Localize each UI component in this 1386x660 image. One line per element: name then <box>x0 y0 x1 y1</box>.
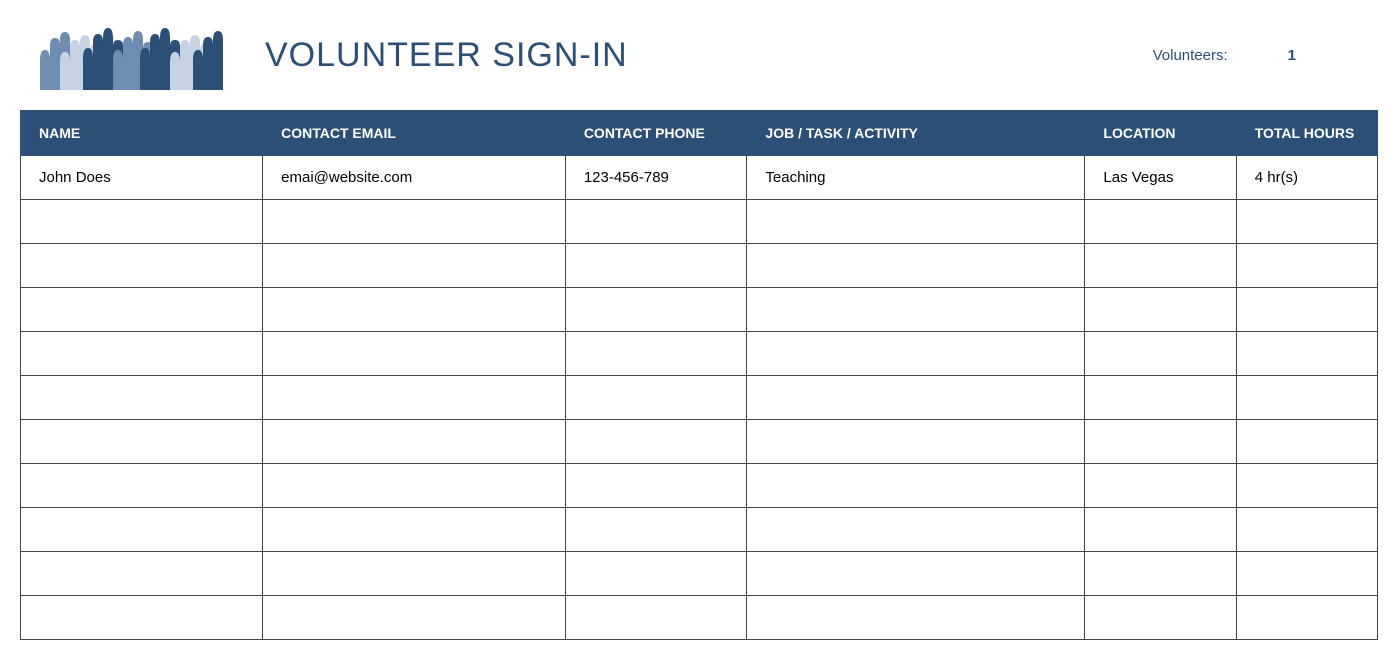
col-header-location: LOCATION <box>1085 111 1236 156</box>
cell-name[interactable]: John Does <box>21 156 263 200</box>
table-row <box>21 464 1378 508</box>
col-header-hours: TOTAL HOURS <box>1236 111 1377 156</box>
cell-hours[interactable] <box>1236 420 1377 464</box>
cell-email[interactable] <box>263 552 566 596</box>
cell-hours[interactable] <box>1236 288 1377 332</box>
cell-email[interactable] <box>263 464 566 508</box>
cell-location[interactable] <box>1085 288 1236 332</box>
cell-location[interactable]: Las Vegas <box>1085 156 1236 200</box>
table-row: John Doesemai@website.com123-456-789Teac… <box>21 156 1378 200</box>
cell-location[interactable] <box>1085 552 1236 596</box>
cell-location[interactable] <box>1085 376 1236 420</box>
cell-job[interactable]: Teaching <box>747 156 1085 200</box>
header-left: VOLUNTEER SIGN-IN <box>35 20 628 90</box>
cell-phone[interactable]: 123-456-789 <box>565 156 747 200</box>
header: VOLUNTEER SIGN-IN Volunteers: 1 <box>20 20 1366 90</box>
table-row <box>21 552 1378 596</box>
summary-label: Volunteers: <box>1153 47 1228 64</box>
cell-hours[interactable] <box>1236 596 1377 640</box>
cell-job[interactable] <box>747 508 1085 552</box>
cell-phone[interactable] <box>565 464 747 508</box>
table-row <box>21 508 1378 552</box>
cell-job[interactable] <box>747 464 1085 508</box>
cell-email[interactable] <box>263 244 566 288</box>
cell-email[interactable]: emai@website.com <box>263 156 566 200</box>
table-row <box>21 200 1378 244</box>
cell-phone[interactable] <box>565 552 747 596</box>
table-body: John Doesemai@website.com123-456-789Teac… <box>21 156 1378 640</box>
volunteer-summary: Volunteers: 1 <box>1153 47 1366 64</box>
cell-name[interactable] <box>21 420 263 464</box>
cell-phone[interactable] <box>565 420 747 464</box>
cell-hours[interactable] <box>1236 376 1377 420</box>
cell-name[interactable] <box>21 508 263 552</box>
cell-phone[interactable] <box>565 200 747 244</box>
cell-name[interactable] <box>21 332 263 376</box>
cell-location[interactable] <box>1085 596 1236 640</box>
cell-hours[interactable] <box>1236 244 1377 288</box>
cell-email[interactable] <box>263 376 566 420</box>
cell-job[interactable] <box>747 332 1085 376</box>
cell-job[interactable] <box>747 596 1085 640</box>
col-header-job: JOB / TASK / ACTIVITY <box>747 111 1085 156</box>
cell-hours[interactable]: 4 hr(s) <box>1236 156 1377 200</box>
cell-email[interactable] <box>263 200 566 244</box>
cell-location[interactable] <box>1085 508 1236 552</box>
cell-location[interactable] <box>1085 200 1236 244</box>
cell-location[interactable] <box>1085 464 1236 508</box>
table-header-row: NAME CONTACT EMAIL CONTACT PHONE JOB / T… <box>21 111 1378 156</box>
col-header-name: NAME <box>21 111 263 156</box>
cell-hours[interactable] <box>1236 508 1377 552</box>
summary-value: 1 <box>1288 47 1296 64</box>
table-row <box>21 288 1378 332</box>
table-row <box>21 420 1378 464</box>
table-row <box>21 596 1378 640</box>
cell-job[interactable] <box>747 376 1085 420</box>
cell-location[interactable] <box>1085 244 1236 288</box>
cell-email[interactable] <box>263 420 566 464</box>
table-row <box>21 376 1378 420</box>
cell-email[interactable] <box>263 332 566 376</box>
cell-job[interactable] <box>747 244 1085 288</box>
cell-phone[interactable] <box>565 332 747 376</box>
col-header-phone: CONTACT PHONE <box>565 111 747 156</box>
cell-phone[interactable] <box>565 596 747 640</box>
cell-email[interactable] <box>263 508 566 552</box>
signin-table: NAME CONTACT EMAIL CONTACT PHONE JOB / T… <box>20 110 1378 640</box>
cell-email[interactable] <box>263 288 566 332</box>
cell-job[interactable] <box>747 420 1085 464</box>
cell-phone[interactable] <box>565 288 747 332</box>
cell-email[interactable] <box>263 596 566 640</box>
cell-job[interactable] <box>747 552 1085 596</box>
cell-hours[interactable] <box>1236 200 1377 244</box>
cell-job[interactable] <box>747 288 1085 332</box>
cell-phone[interactable] <box>565 376 747 420</box>
hands-logo-icon <box>35 20 225 90</box>
cell-hours[interactable] <box>1236 464 1377 508</box>
cell-name[interactable] <box>21 552 263 596</box>
col-header-email: CONTACT EMAIL <box>263 111 566 156</box>
page-title: VOLUNTEER SIGN-IN <box>265 36 628 75</box>
table-row <box>21 332 1378 376</box>
cell-location[interactable] <box>1085 332 1236 376</box>
cell-location[interactable] <box>1085 420 1236 464</box>
cell-hours[interactable] <box>1236 552 1377 596</box>
cell-name[interactable] <box>21 464 263 508</box>
cell-name[interactable] <box>21 376 263 420</box>
cell-job[interactable] <box>747 200 1085 244</box>
cell-name[interactable] <box>21 244 263 288</box>
table-row <box>21 244 1378 288</box>
cell-name[interactable] <box>21 596 263 640</box>
cell-name[interactable] <box>21 200 263 244</box>
cell-phone[interactable] <box>565 508 747 552</box>
cell-hours[interactable] <box>1236 332 1377 376</box>
cell-name[interactable] <box>21 288 263 332</box>
cell-phone[interactable] <box>565 244 747 288</box>
